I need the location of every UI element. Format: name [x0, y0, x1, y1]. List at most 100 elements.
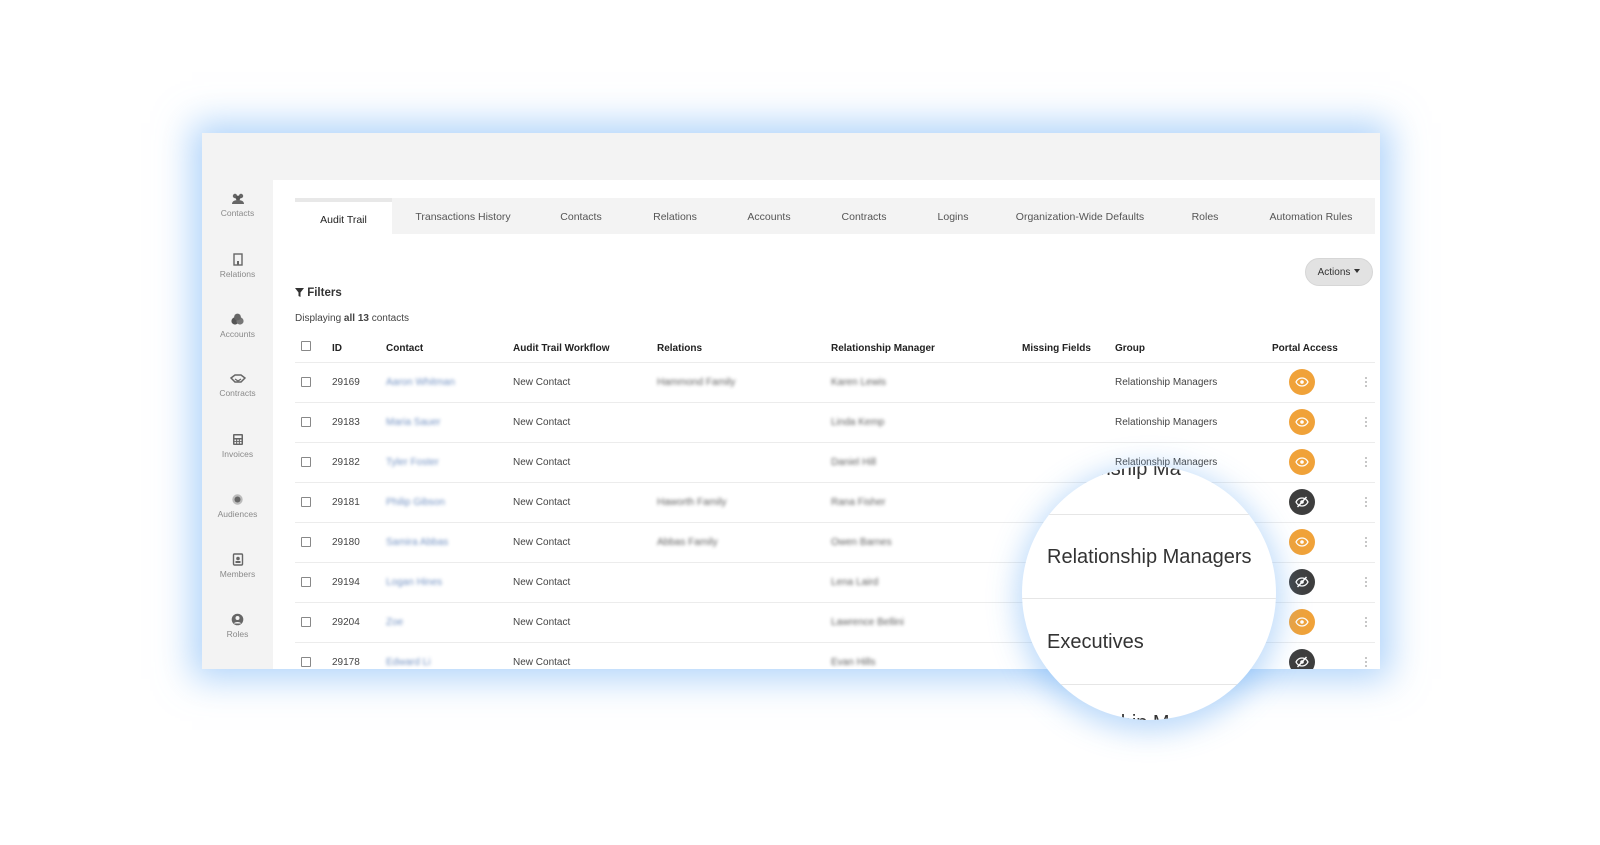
tab-relations[interactable]: Relations	[639, 198, 711, 234]
cell-contact-text[interactable]: Maria Sauer	[386, 417, 440, 428]
cell-contact-text[interactable]: Tyler Foster	[386, 457, 439, 468]
sidebar-item-roles[interactable]: Roles	[202, 613, 273, 639]
cell-contact[interactable]: Zoe	[386, 617, 403, 628]
top-bar	[202, 133, 1380, 180]
row-checkbox[interactable]	[301, 457, 311, 467]
cell-contact-text[interactable]: Logan Hines	[386, 577, 442, 588]
cell-contact[interactable]: Maria Sauer	[386, 417, 440, 428]
tab-transactions-history[interactable]: Transactions History	[403, 198, 523, 234]
cell-contact-text[interactable]: Aaron Whitman	[386, 377, 455, 388]
cell-id: 29180	[332, 537, 360, 548]
users-icon	[231, 193, 244, 204]
cell-contact-text[interactable]: Samira Abbas	[386, 537, 448, 548]
cell-manager-text: Linda Kemp	[831, 417, 885, 428]
sidebar-item-label: Roles	[226, 629, 249, 639]
row-checkbox[interactable]	[301, 537, 311, 547]
sidebar-item-relations[interactable]: Relations	[202, 253, 273, 279]
row-checkbox[interactable]	[301, 577, 311, 587]
column-header-relations[interactable]: Relations	[657, 343, 702, 354]
cell-contact[interactable]: Samira Abbas	[386, 537, 448, 548]
row-checkbox[interactable]	[301, 617, 311, 627]
table-row[interactable]: 29182 Tyler Foster New Contact Daniel Hill R…	[295, 442, 1375, 483]
portal-access-toggle[interactable]	[1289, 529, 1315, 555]
sidebar-item-audiences[interactable]: Audiences	[202, 493, 273, 519]
filters-label: Filters	[307, 287, 342, 299]
tab-logins[interactable]: Logins	[925, 198, 981, 234]
cell-relations-text: Hammond Family	[657, 377, 736, 388]
eye-slash-icon	[1295, 656, 1309, 668]
row-menu-icon[interactable]	[1365, 537, 1367, 549]
filters-toggle[interactable]: Filters	[295, 287, 342, 299]
column-header-missing-fields[interactable]: Missing Fields	[1022, 343, 1091, 354]
portal-access-toggle[interactable]	[1289, 369, 1315, 395]
cell-contact[interactable]: Logan Hines	[386, 577, 442, 588]
tab-accounts[interactable]: Accounts	[733, 198, 805, 234]
column-header-manager[interactable]: Relationship Manager	[831, 343, 935, 354]
column-header-portal-access[interactable]: Portal Access	[1272, 343, 1338, 354]
column-header-contact[interactable]: Contact	[386, 343, 423, 354]
cell-id: 29183	[332, 417, 360, 428]
cell-workflow: New Contact	[513, 537, 571, 548]
column-header-id[interactable]: ID	[332, 343, 342, 354]
sidebar-item-members[interactable]: Members	[202, 553, 273, 579]
row-menu-icon[interactable]	[1365, 417, 1367, 429]
zoom-divider	[1022, 598, 1276, 599]
cell-workflow: New Contact	[513, 617, 571, 628]
sidebar-item-contacts[interactable]: Contacts	[202, 193, 273, 218]
tab-roles[interactable]: Roles	[1177, 198, 1233, 234]
cell-contact[interactable]: Tyler Foster	[386, 457, 439, 468]
select-all-checkbox[interactable]	[301, 341, 311, 351]
tab-organization-wide-defaults[interactable]: Organization-Wide Defaults	[1013, 198, 1147, 234]
handshake-icon	[229, 374, 246, 383]
cell-contact[interactable]: Aaron Whitman	[386, 377, 455, 388]
row-menu-icon[interactable]	[1365, 617, 1367, 629]
table-row[interactable]: 29169 Aaron Whitman New Contact Hammond Fam…	[295, 362, 1375, 403]
row-menu-icon[interactable]	[1365, 657, 1367, 669]
cell-manager: Daniel Hill	[831, 457, 876, 468]
sidebar-item-label: Audiences	[217, 509, 258, 519]
sidebar-item-invoices[interactable]: Invoices	[202, 433, 273, 459]
column-header-workflow[interactable]: Audit Trail Workflow	[513, 343, 609, 354]
row-menu-icon[interactable]	[1365, 377, 1367, 389]
cell-workflow: New Contact	[513, 417, 571, 428]
portal-access-toggle[interactable]	[1289, 649, 1315, 669]
sidebar-item-label: Contracts	[219, 388, 256, 398]
row-checkbox[interactable]	[301, 417, 311, 427]
table-row[interactable]: 29183 Maria Sauer New Contact Linda Kemp Rel…	[295, 402, 1375, 443]
cell-manager: Lena Laird	[831, 577, 878, 588]
portal-access-toggle[interactable]	[1289, 569, 1315, 595]
portal-access-toggle[interactable]	[1289, 409, 1315, 435]
cell-id: 29204	[332, 617, 360, 628]
cell-contact-text[interactable]: Zoe	[386, 617, 403, 628]
cell-contact[interactable]: Philip Gibson	[386, 497, 445, 508]
cell-contact-text[interactable]: Edward Li	[386, 657, 430, 668]
cell-contact-text[interactable]: Philip Gibson	[386, 497, 445, 508]
zoom-divider	[1022, 684, 1276, 685]
actions-label: Actions	[1317, 266, 1351, 278]
cell-group: Relationship Managers	[1115, 417, 1218, 428]
row-checkbox[interactable]	[301, 497, 311, 507]
tab-contracts[interactable]: Contracts	[827, 198, 901, 234]
tab-contacts[interactable]: Contacts	[545, 198, 617, 234]
row-menu-icon[interactable]	[1365, 457, 1367, 469]
row-menu-icon[interactable]	[1365, 577, 1367, 589]
sidebar-item-accounts[interactable]: Accounts	[202, 313, 273, 339]
actions-dropdown-button[interactable]: Actions	[1305, 258, 1373, 286]
magnifier-zoom: ionship Ma Relationship Managers Executi…	[1022, 466, 1276, 720]
sidebar-item-label: Members	[219, 569, 256, 579]
cell-workflow: New Contact	[513, 377, 571, 388]
tab-automation-rules[interactable]: Automation Rules	[1261, 198, 1361, 234]
cell-manager-text: Evan Hills	[831, 657, 876, 668]
tab-audit-trail[interactable]: Audit Trail	[295, 198, 392, 235]
eye-slash-icon	[1295, 576, 1309, 588]
column-header-group[interactable]: Group	[1115, 343, 1145, 354]
cell-contact[interactable]: Edward Li	[386, 657, 430, 668]
row-menu-icon[interactable]	[1365, 497, 1367, 509]
sidebar-item-contracts[interactable]: Contracts	[202, 373, 273, 398]
row-checkbox[interactable]	[301, 657, 311, 667]
portal-access-toggle[interactable]	[1289, 609, 1315, 635]
row-checkbox[interactable]	[301, 377, 311, 387]
cell-id: 29181	[332, 497, 360, 508]
portal-access-toggle[interactable]	[1289, 449, 1315, 475]
portal-access-toggle[interactable]	[1289, 489, 1315, 515]
